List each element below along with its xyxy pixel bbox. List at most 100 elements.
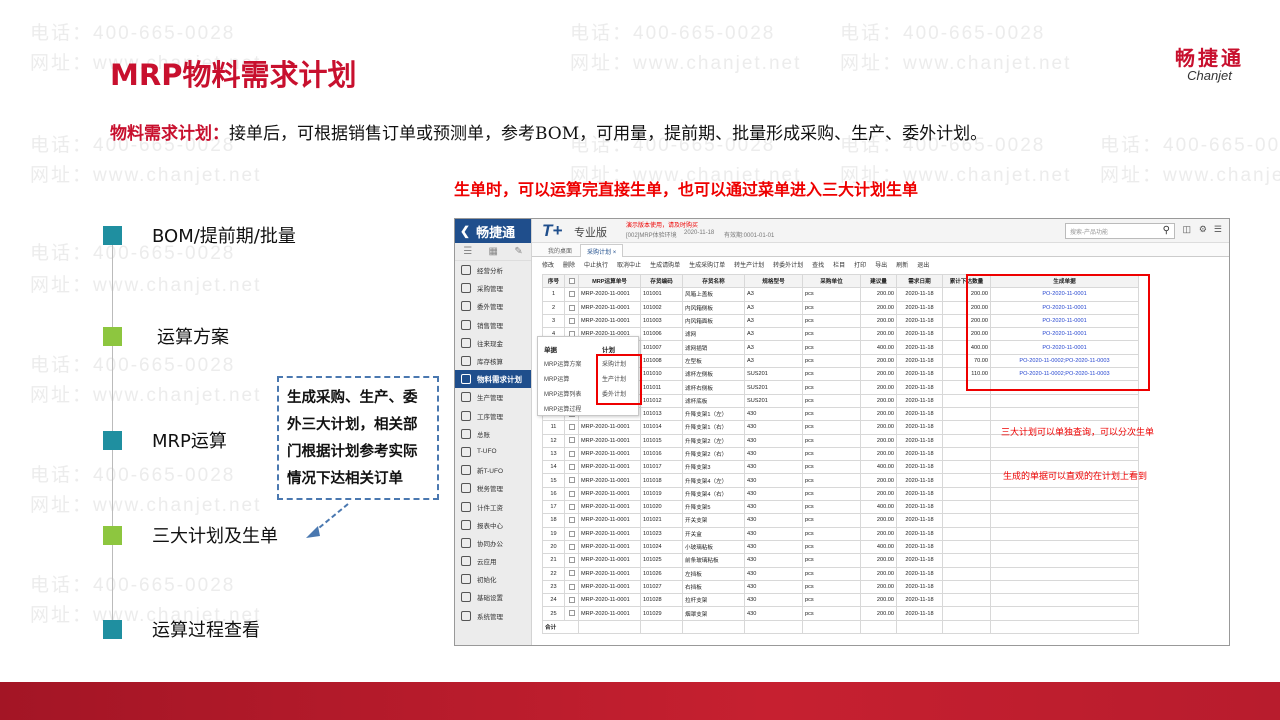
sidebar-item[interactable]: 生产管理: [455, 388, 531, 406]
row-checkbox-cell[interactable]: [564, 513, 579, 528]
edit-icon[interactable]: ✎: [514, 246, 522, 257]
row-checkbox-cell[interactable]: [564, 593, 579, 608]
sidebar-item[interactable]: 工序管理: [455, 407, 531, 425]
row-checkbox[interactable]: [568, 597, 575, 604]
table-row[interactable]: 19 MRP-2020-11-0001 101023 开关盒 430 pcs 200.00 2…: [542, 526, 1139, 541]
row-checkbox[interactable]: [568, 557, 575, 564]
column-header[interactable]: 建议量: [860, 273, 897, 289]
row-checkbox-cell[interactable]: [564, 446, 579, 462]
table-row[interactable]: 20 MRP-2020-11-0001 101024 小玻璃粘板 430 pcs 400.0…: [542, 539, 1139, 555]
toolbar-button[interactable]: 打印: [854, 260, 866, 269]
sidebar-item[interactable]: 初始化: [455, 570, 531, 588]
row-checkbox-cell[interactable]: [564, 460, 579, 475]
row-checkbox[interactable]: [568, 570, 575, 577]
trial-warning[interactable]: 演示版本使用，请及时购买: [626, 220, 698, 229]
row-checkbox[interactable]: [568, 583, 575, 590]
row-checkbox-cell[interactable]: [564, 473, 579, 488]
row-checkbox[interactable]: [568, 304, 575, 311]
row-checkbox-cell[interactable]: [564, 539, 579, 555]
close-icon[interactable]: ×: [613, 250, 617, 256]
sidebar-item[interactable]: 库存核算: [455, 352, 531, 370]
row-checkbox[interactable]: [568, 424, 575, 431]
sidebar-item[interactable]: 税务管理: [455, 479, 531, 497]
toolbar-button[interactable]: 删除: [563, 260, 575, 269]
sidebar-item[interactable]: 采购管理: [455, 279, 531, 297]
toolbar-button[interactable]: 退出: [917, 260, 929, 269]
toolbar-button[interactable]: 生成采购订单: [689, 260, 725, 269]
row-checkbox[interactable]: [568, 610, 575, 617]
sidebar-item[interactable]: 经营分析: [455, 261, 531, 279]
toolbar-button[interactable]: 生成请购单: [650, 260, 680, 269]
sidebar-item[interactable]: 云应用: [455, 552, 531, 570]
table-row[interactable]: 13 MRP-2020-11-0001 101016 升降支架2（右） 430 pcs 20…: [542, 446, 1139, 462]
toolbar-button[interactable]: 修改: [542, 260, 554, 269]
document-icon[interactable]: ◫: [1182, 224, 1191, 235]
select-all-checkbox[interactable]: [568, 277, 575, 284]
popup-item-mrp-process[interactable]: MRP运算过程: [544, 404, 581, 413]
row-checkbox-cell[interactable]: [564, 287, 579, 302]
table-row[interactable]: 17 MRP-2020-11-0001 101020 升降支架5 430 pcs 400.0…: [542, 500, 1139, 515]
popup-item-mrp-list[interactable]: MRP运算列表: [544, 389, 581, 398]
row-checkbox[interactable]: [568, 543, 575, 550]
sidebar-item[interactable]: 往来现金: [455, 334, 531, 352]
column-header[interactable]: MRP运算单号: [578, 273, 641, 289]
row-checkbox[interactable]: [568, 490, 575, 497]
settings-icon[interactable]: ⚙: [1199, 224, 1207, 235]
toolbar-button[interactable]: 查找: [812, 260, 824, 269]
back-arrow-icon[interactable]: ❮: [460, 224, 470, 238]
toolbar-button[interactable]: 转委外计划: [773, 260, 803, 269]
toolbar-button[interactable]: 取消中止: [617, 260, 641, 269]
split-icon[interactable]: ☰: [1214, 224, 1222, 235]
tab-desktop[interactable]: 我的桌面: [548, 246, 572, 255]
table-row[interactable]: 21 MRP-2020-11-0001 101025 前条玻璃粘板 430 pcs 200.…: [542, 553, 1139, 568]
sidebar-header[interactable]: ❮ 畅捷通: [455, 219, 531, 243]
sidebar-item[interactable]: T-UFO: [455, 443, 531, 461]
column-header[interactable]: 规格型号: [744, 273, 803, 289]
table-row[interactable]: 24 MRP-2020-11-0001 101028 拉杆支架 430 pcs 200.00…: [542, 593, 1139, 608]
sidebar-item[interactable]: 物料需求计划: [455, 370, 531, 389]
row-checkbox-cell[interactable]: [564, 313, 579, 329]
table-row[interactable]: 25 MRP-2020-11-0001 101029 烟罩支架 430 pcs 200.00…: [542, 606, 1139, 621]
column-header[interactable]: 需求日期: [896, 273, 943, 289]
row-checkbox-cell[interactable]: [564, 606, 579, 621]
row-checkbox-cell[interactable]: [564, 553, 579, 568]
column-header[interactable]: 存货编码: [640, 273, 683, 289]
popup-item-mrp-scheme[interactable]: MRP运算方案: [544, 359, 581, 368]
toolbar-button[interactable]: 导出: [875, 260, 887, 269]
row-checkbox[interactable]: [568, 317, 575, 324]
row-checkbox[interactable]: [568, 450, 575, 457]
row-checkbox-cell[interactable]: [564, 300, 579, 315]
tab-purchase-plan[interactable]: 采购计划 ×: [580, 244, 624, 257]
sidebar-item[interactable]: 计件工资: [455, 497, 531, 515]
sidebar-item[interactable]: 系统管理: [455, 607, 531, 625]
sidebar-item[interactable]: 新T-UFO: [455, 461, 531, 479]
column-header[interactable]: 序号: [542, 273, 565, 289]
column-header[interactable]: [564, 273, 579, 289]
row-checkbox[interactable]: [568, 530, 575, 537]
row-checkbox[interactable]: [568, 291, 575, 298]
row-checkbox-cell[interactable]: [564, 526, 579, 541]
sidebar-item[interactable]: 协同办公: [455, 534, 531, 552]
toolbar-button[interactable]: 栏目: [833, 260, 845, 269]
row-checkbox[interactable]: [568, 464, 575, 471]
row-checkbox-cell[interactable]: [564, 566, 579, 581]
row-checkbox-cell[interactable]: [564, 433, 579, 448]
row-checkbox[interactable]: [568, 517, 575, 524]
table-row[interactable]: 22 MRP-2020-11-0001 101026 左挡板 430 pcs 200.00 2…: [542, 566, 1139, 581]
row-checkbox-cell[interactable]: [564, 420, 579, 435]
row-checkbox[interactable]: [568, 477, 575, 484]
search-input[interactable]: 搜索-产品功能 ⚲: [1065, 223, 1175, 239]
table-row[interactable]: 18 MRP-2020-11-0001 101021 开关支架 430 pcs 200.00…: [542, 513, 1139, 528]
row-checkbox-cell[interactable]: [564, 500, 579, 515]
search-icon[interactable]: ⚲: [1163, 225, 1170, 236]
row-checkbox-cell[interactable]: [564, 579, 579, 595]
sidebar-item[interactable]: 总账: [455, 425, 531, 443]
sidebar-item[interactable]: 基础设置: [455, 588, 531, 606]
row-checkbox[interactable]: [568, 437, 575, 444]
popup-item-mrp-run[interactable]: MRP运算: [544, 374, 569, 383]
toolbar-button[interactable]: 刷新: [896, 260, 908, 269]
sidebar-item[interactable]: 委外管理: [455, 297, 531, 315]
column-header[interactable]: 采购单位: [802, 273, 861, 289]
sidebar-item[interactable]: 报表中心: [455, 516, 531, 534]
row-checkbox-cell[interactable]: [564, 486, 579, 502]
